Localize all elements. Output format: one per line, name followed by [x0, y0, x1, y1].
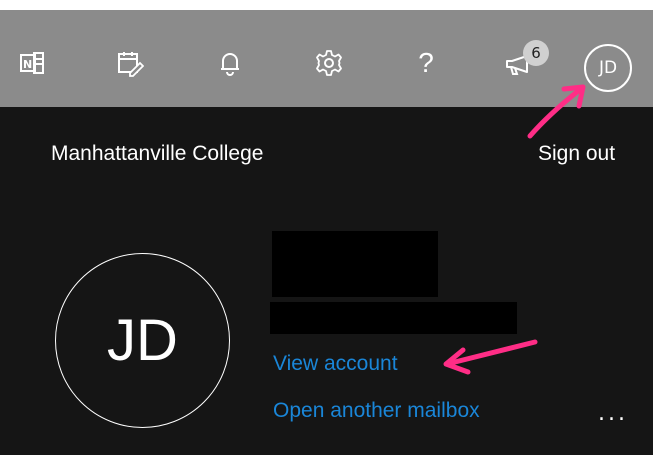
- view-account-link[interactable]: View account: [273, 352, 398, 376]
- bell-icon[interactable]: [212, 45, 248, 81]
- calendar-edit-icon[interactable]: [112, 45, 148, 81]
- notification-badge: 6: [523, 40, 549, 66]
- organization-name: Manhattanville College: [51, 142, 264, 165]
- help-label: ?: [418, 47, 434, 78]
- svg-text:N: N: [23, 58, 32, 71]
- redacted-display-name: [272, 231, 438, 297]
- help-icon[interactable]: ?: [408, 45, 444, 81]
- open-another-mailbox-link[interactable]: Open another mailbox: [273, 399, 480, 423]
- sign-out-link[interactable]: Sign out: [538, 142, 615, 166]
- annotation-arrow-view-account: [443, 339, 538, 375]
- annotation-arrow-avatar: [527, 84, 586, 139]
- gear-icon[interactable]: [311, 45, 347, 81]
- profile-avatar: JD: [55, 253, 230, 428]
- more-options-button[interactable]: ...: [598, 401, 628, 426]
- onenote-icon[interactable]: N: [14, 45, 50, 81]
